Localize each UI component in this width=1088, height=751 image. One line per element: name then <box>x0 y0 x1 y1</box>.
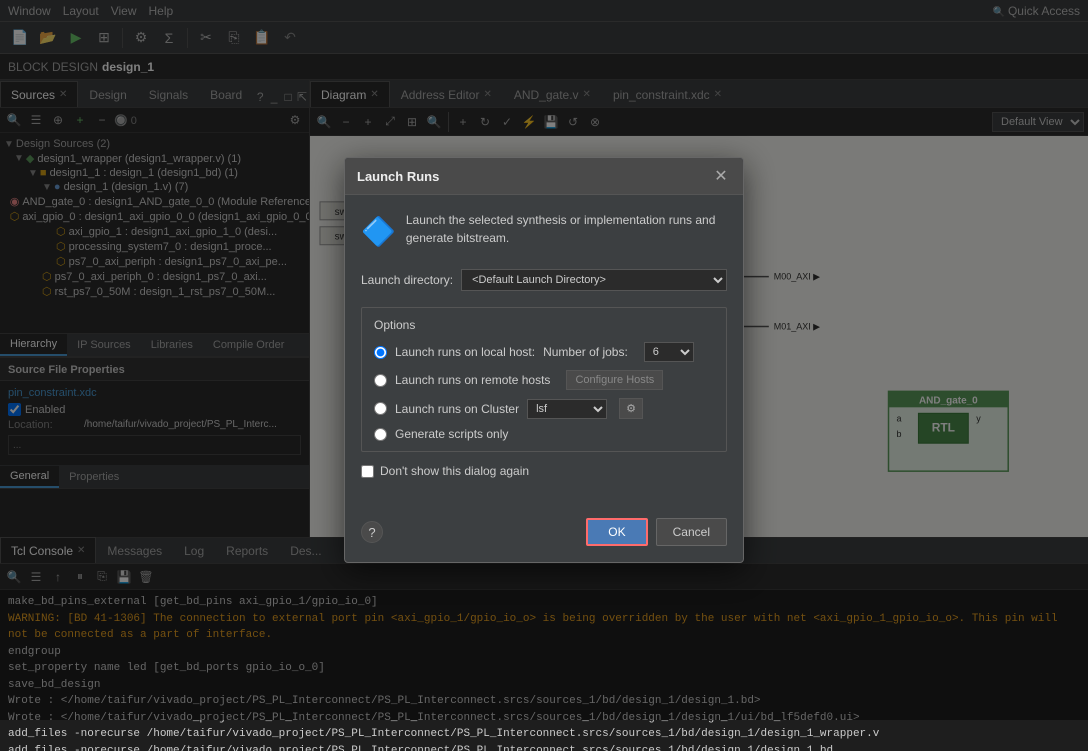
option-local: Launch runs on local host: Number of job… <box>374 342 714 362</box>
option-remote: Launch runs on remote hosts Configure Ho… <box>374 370 714 390</box>
modal-title: Launch Runs <box>357 169 439 184</box>
launch-dir-label: Launch directory: <box>361 273 453 287</box>
launch-runs-dialog: Launch Runs ✕ 🔷 Launch the selected synt… <box>344 157 744 563</box>
modal-btn-group: OK Cancel <box>586 518 727 546</box>
option-cluster: Launch runs on Cluster lsf ⚙ <box>374 398 714 419</box>
option-scripts: Generate scripts only <box>374 427 714 441</box>
ok-button[interactable]: OK <box>586 518 647 546</box>
modal-close-btn[interactable]: ✕ <box>711 166 731 186</box>
jobs-label: Number of jobs: <box>543 345 628 359</box>
option-remote-label: Launch runs on remote hosts <box>395 373 550 387</box>
console-line: add_files -norecurse /home/taifur/vivado… <box>8 743 1080 751</box>
dont-show-checkbox[interactable] <box>361 465 374 478</box>
modal-overlay: Launch Runs ✕ 🔷 Launch the selected synt… <box>0 0 1088 720</box>
option-cluster-radio[interactable] <box>374 402 387 415</box>
modal-description: 🔷 Launch the selected synthesis or imple… <box>361 211 727 253</box>
options-group: Options Launch runs on local host: Numbe… <box>361 307 727 452</box>
launch-dir-row: Launch directory: <Default Launch Direct… <box>361 269 727 291</box>
console-line: add_files -norecurse /home/taifur/vivado… <box>8 726 1080 743</box>
option-local-label: Launch runs on local host: <box>395 345 535 359</box>
option-cluster-label: Launch runs on Cluster <box>395 402 519 416</box>
option-scripts-radio[interactable] <box>374 428 387 441</box>
cancel-button[interactable]: Cancel <box>656 518 727 546</box>
option-scripts-label: Generate scripts only <box>395 427 508 441</box>
configure-hosts-btn[interactable]: Configure Hosts <box>566 370 663 390</box>
lsf-select[interactable]: lsf <box>527 399 607 419</box>
modal-title-bar: Launch Runs ✕ <box>345 158 743 195</box>
vivado-logo-icon: 🔷 <box>361 211 396 253</box>
options-title: Options <box>374 318 714 332</box>
launch-dir-select[interactable]: <Default Launch Directory> <box>461 269 727 291</box>
modal-body: 🔷 Launch the selected synthesis or imple… <box>345 195 743 510</box>
dont-show-label: Don't show this dialog again <box>380 464 529 478</box>
help-btn[interactable]: ? <box>361 521 383 543</box>
lsf-gear-btn[interactable]: ⚙ <box>619 398 643 419</box>
option-local-radio[interactable] <box>374 346 387 359</box>
jobs-select[interactable]: 6 1 2 4 8 <box>644 342 694 362</box>
option-remote-radio[interactable] <box>374 374 387 387</box>
dont-show-row: Don't show this dialog again <box>361 464 727 478</box>
modal-footer: ? OK Cancel <box>345 510 743 562</box>
